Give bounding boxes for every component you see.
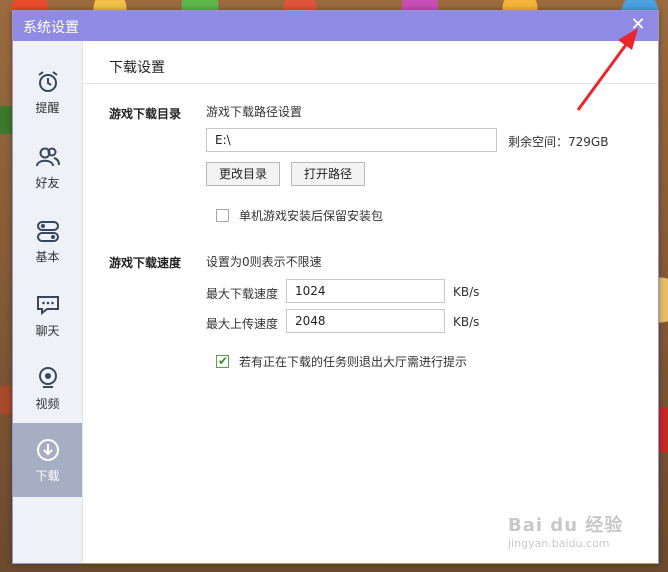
- download-dir-heading: 游戏下载目录: [109, 107, 182, 121]
- watermark-text: Bai du 经验: [508, 515, 624, 536]
- open-path-button[interactable]: 打开路径: [291, 162, 365, 186]
- sidebar-item-chat[interactable]: 聊天: [13, 278, 82, 352]
- sidebar-item-friends[interactable]: 好友: [13, 130, 82, 204]
- keep-package-label: 单机游戏安装后保留安装包: [239, 209, 384, 223]
- keep-package-checkbox[interactable]: [216, 209, 229, 222]
- close-icon: ✕: [630, 14, 646, 35]
- download-path-label: 游戏下载路径设置: [206, 105, 303, 119]
- download-icon: [37, 439, 59, 461]
- sidebar-item-video[interactable]: 视频: [13, 351, 82, 425]
- sidebar-item-label: 下载: [35, 469, 60, 483]
- sidebar-item-label: 基本: [35, 250, 60, 264]
- upload-unit-label: KB/s: [453, 315, 480, 329]
- window-title: 系统设置: [23, 20, 79, 36]
- max-upload-input[interactable]: [286, 309, 445, 333]
- sidebar-item-label: 视频: [35, 397, 60, 411]
- change-dir-button[interactable]: 更改目录: [206, 162, 280, 186]
- sidebar-item-label: 好友: [35, 176, 60, 190]
- check-icon: ✔: [218, 354, 229, 368]
- settings-dialog: 系统设置 ✕ 提醒 好友 基本 聊天 视频 下载 下载设置 游戏下载目录 游戏下…: [12, 10, 659, 564]
- sidebar-item-label: 聊天: [35, 324, 60, 338]
- sidebar-item-download[interactable]: 下载: [13, 423, 82, 497]
- exit-prompt-label: 若有正在下载的任务则退出大厅需进行提示: [239, 355, 468, 369]
- download-unit-label: KB/s: [453, 285, 480, 299]
- sidebar: 提醒 好友 基本 聊天 视频 下载: [13, 41, 83, 563]
- alarm-clock-icon: [38, 71, 58, 92]
- close-button[interactable]: ✕: [628, 15, 648, 35]
- max-upload-label: 最大上传速度: [206, 317, 279, 331]
- chat-icon: [37, 296, 59, 316]
- friends-icon: [36, 147, 60, 167]
- toggle-icon: [37, 221, 59, 242]
- free-space-text: 剩余空间：729GB: [508, 135, 609, 149]
- watermark-url: jingyan.baidu.com: [508, 537, 610, 550]
- download-path-input[interactable]: [206, 128, 497, 152]
- max-download-label: 最大下载速度: [206, 287, 279, 301]
- sidebar-item-label: 提醒: [35, 101, 60, 115]
- download-speed-heading: 游戏下载速度: [109, 256, 182, 270]
- speed-hint: 设置为0则表示不限速: [206, 255, 322, 269]
- max-download-input[interactable]: [286, 279, 445, 303]
- sidebar-item-basic[interactable]: 基本: [13, 204, 82, 278]
- exit-prompt-checkbox[interactable]: ✔: [216, 354, 229, 368]
- title-divider: [83, 83, 658, 84]
- title-bar[interactable]: 系统设置 ✕: [13, 11, 658, 41]
- webcam-icon: [39, 367, 57, 388]
- page-title: 下载设置: [109, 60, 165, 76]
- download-settings-panel: 下载设置 游戏下载目录 游戏下载路径设置 剩余空间：729GB 更改目录 打开路…: [83, 41, 658, 563]
- baidu-watermark: Bai du 经验 jingyan.baidu.com: [508, 511, 658, 561]
- sidebar-item-reminder[interactable]: 提醒: [13, 55, 82, 129]
